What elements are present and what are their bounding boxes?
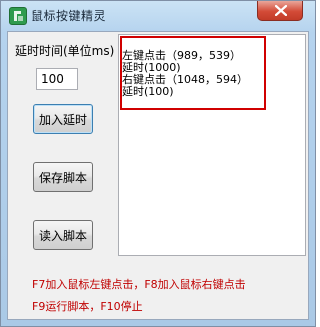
delay-time-input[interactable] (36, 68, 78, 90)
app-icon (9, 7, 27, 25)
hotkey-hint-run: F9运行脚本，F10停止 (32, 300, 143, 313)
close-button[interactable] (257, 1, 303, 21)
client-area: 延时时间(单位ms) 加入延时 保存脚本 读入脚本 左键点击（989，539） … (7, 31, 309, 320)
close-icon (275, 5, 287, 16)
add-delay-button[interactable]: 加入延时 (33, 104, 93, 134)
window-title: 鼠标按键精灵 (31, 9, 107, 23)
script-textarea[interactable]: 左键点击（989，539） 延时(1000) 右键点击（1048，594） 延时… (118, 34, 306, 256)
script-lines: 左键点击（989，539） 延时(1000) 右键点击（1048，594） 延时… (122, 50, 248, 98)
save-script-button[interactable]: 保存脚本 (33, 162, 93, 192)
title-bar[interactable]: 鼠标按键精灵 (1, 1, 315, 31)
script-line: 延时(100) (122, 85, 174, 98)
delay-time-label: 延时时间(单位ms) (15, 44, 115, 58)
hotkey-hint-click: F7加入鼠标左键点击，F8加入鼠标右键点击 (32, 278, 246, 291)
app-window: 鼠标按键精灵 延时时间(单位ms) 加入延时 保存脚本 读入脚本 左键点击（98… (0, 0, 316, 327)
load-script-button[interactable]: 读入脚本 (33, 220, 93, 250)
